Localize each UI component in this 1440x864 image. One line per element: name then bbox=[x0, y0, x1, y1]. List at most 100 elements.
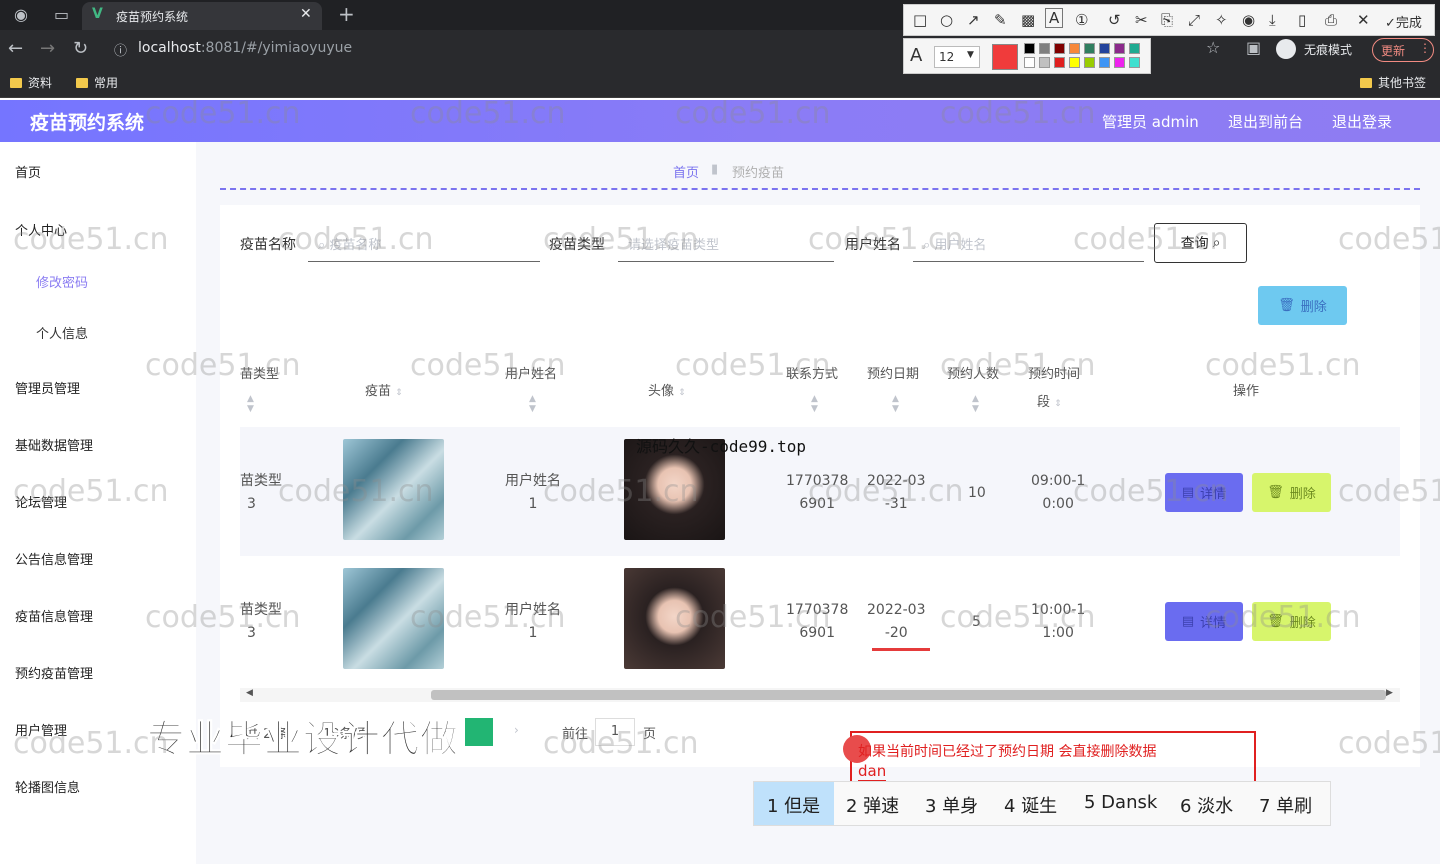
goto-page-input[interactable]: 1 bbox=[595, 718, 635, 746]
ime-candidate-3[interactable]: 3 单身 bbox=[925, 792, 978, 818]
mosaic-tool-icon[interactable]: ▩ bbox=[1021, 11, 1035, 29]
pen-tool-icon[interactable]: ✎ bbox=[994, 11, 1007, 29]
undo-icon[interactable]: ↺ bbox=[1108, 11, 1121, 29]
scroll-left-icon[interactable]: ◀ bbox=[246, 688, 253, 698]
color-swatch[interactable] bbox=[1099, 43, 1110, 54]
reload-icon[interactable]: ↻ bbox=[73, 38, 88, 59]
detail-button[interactable]: ▤ 详情 bbox=[1165, 473, 1243, 512]
color-swatch[interactable] bbox=[1024, 57, 1035, 68]
font-size-select[interactable]: 12 ▼ bbox=[934, 46, 980, 68]
sidebar-item-vaccine-booking[interactable]: 预约疫苗管理 bbox=[15, 663, 93, 682]
sidebar-item-notice[interactable]: 公告信息管理 bbox=[15, 549, 93, 568]
page-current[interactable] bbox=[465, 718, 493, 746]
download-icon[interactable]: ⤓ bbox=[1269, 11, 1276, 29]
sidebar-item-admin[interactable]: 管理员管理 bbox=[15, 378, 80, 397]
color-swatch[interactable] bbox=[1069, 57, 1080, 68]
site-info-icon[interactable]: ⓘ bbox=[114, 40, 127, 59]
color-swatch[interactable] bbox=[1099, 57, 1110, 68]
sidebar-item-forum[interactable]: 论坛管理 bbox=[15, 492, 67, 511]
sidebar-item-carousel[interactable]: 轮播图信息 bbox=[15, 777, 80, 796]
color-swatch[interactable] bbox=[1054, 43, 1065, 54]
sidebar-item-personal[interactable]: 个人中心 bbox=[15, 220, 67, 239]
col-header-vaccine[interactable]: 疫苗 ⇕ bbox=[365, 380, 403, 399]
tab-overview-icon[interactable]: ▭ bbox=[54, 5, 69, 24]
logout-link[interactable]: 退出登录 bbox=[1332, 111, 1392, 132]
number-tool-icon[interactable]: ① bbox=[1075, 11, 1088, 29]
color-swatch[interactable] bbox=[1084, 57, 1095, 68]
sort-icon[interactable]: ▲ ▼ bbox=[811, 394, 818, 414]
ime-candidate-2[interactable]: 2 弹速 bbox=[846, 792, 899, 818]
phone-icon[interactable]: ▯ bbox=[1298, 11, 1306, 29]
arrow-tool-icon[interactable]: ↗ bbox=[967, 11, 980, 29]
forward-icon[interactable]: → bbox=[40, 38, 55, 59]
batch-delete-button[interactable]: 🗑 删除 bbox=[1258, 286, 1347, 325]
vaccine-type-select[interactable]: 请选择疫苗类型 bbox=[618, 224, 834, 262]
color-swatch[interactable] bbox=[1114, 43, 1125, 54]
delete-button[interactable]: 🗑 删除 bbox=[1252, 602, 1331, 641]
ellipse-tool-icon[interactable]: ○ bbox=[940, 11, 953, 29]
crop-icon[interactable]: ✂ bbox=[1135, 11, 1148, 29]
ime-candidate-4[interactable]: 4 诞生 bbox=[1004, 792, 1057, 818]
ime-candidate-7[interactable]: 7 单刷 bbox=[1259, 792, 1312, 818]
color-swatch[interactable] bbox=[1129, 57, 1140, 68]
browser-tab[interactable]: V 疫苗预约系统 ✕ bbox=[82, 2, 322, 30]
next-page-icon[interactable]: › bbox=[514, 723, 519, 737]
color-swatch[interactable] bbox=[1039, 43, 1050, 54]
bookmark-folder-ziliao[interactable]: 资料 bbox=[10, 74, 52, 91]
color-swatch[interactable] bbox=[1024, 43, 1035, 54]
color-swatch[interactable] bbox=[1129, 43, 1140, 54]
color-swatch[interactable] bbox=[1069, 43, 1080, 54]
col-header-user[interactable]: 用户姓名 bbox=[505, 363, 557, 382]
sort-icon[interactable]: ▲ ▼ bbox=[529, 394, 536, 414]
col-header-time[interactable]: 预约时间 bbox=[1028, 363, 1080, 382]
back-front-link[interactable]: 退出到前台 bbox=[1228, 111, 1303, 132]
url-field[interactable]: localhost:8081/#/yimiaoyuyue bbox=[138, 40, 352, 56]
detail-button[interactable]: ▤ 详情 bbox=[1165, 602, 1243, 641]
delete-button[interactable]: 🗑 删除 bbox=[1252, 473, 1331, 512]
rectangle-tool-icon[interactable]: □ bbox=[913, 11, 927, 29]
color-swatch[interactable] bbox=[1114, 57, 1125, 68]
user-name-input[interactable]: ⌕ 用户姓名 bbox=[913, 224, 1144, 262]
color-swatch[interactable] bbox=[1084, 43, 1095, 54]
text-tool-icon[interactable]: A bbox=[1045, 8, 1064, 28]
save-bookmark-icon[interactable]: ⎙ bbox=[1325, 11, 1337, 29]
back-icon[interactable]: ← bbox=[8, 38, 23, 59]
sidebar-toggle-icon[interactable]: ▣ bbox=[1246, 38, 1261, 57]
sort-icon[interactable]: ▲ ▼ bbox=[247, 394, 254, 414]
color-swatch[interactable] bbox=[1054, 57, 1065, 68]
col-header-type[interactable]: 苗类型 bbox=[240, 363, 280, 382]
update-button[interactable]: 更新 ⋮ bbox=[1372, 38, 1434, 62]
col-header-date[interactable]: 预约日期 bbox=[867, 363, 919, 382]
query-button[interactable]: 查询 ⌕ bbox=[1154, 223, 1247, 263]
color-swatch[interactable] bbox=[1039, 57, 1050, 68]
selected-color-swatch[interactable] bbox=[992, 44, 1018, 70]
sidebar-item-vaccine-info[interactable]: 疫苗信息管理 bbox=[15, 606, 93, 625]
tab-close-icon[interactable]: ✕ bbox=[300, 6, 312, 22]
bookmark-star-icon[interactable]: ☆ bbox=[1206, 38, 1220, 57]
col-header-phone[interactable]: 联系方式 bbox=[786, 363, 838, 382]
sort-icon[interactable]: ▲ ▼ bbox=[892, 394, 899, 414]
expand-icon[interactable]: ⤢ bbox=[1188, 11, 1200, 29]
new-tab-icon[interactable]: + bbox=[338, 2, 355, 26]
sidebar-subitem-change-password[interactable]: 修改密码 bbox=[36, 272, 88, 291]
record-icon[interactable]: ◉ bbox=[1242, 11, 1255, 29]
sidebar-item-user[interactable]: 用户管理 bbox=[15, 720, 67, 739]
col-header-avatar[interactable]: 头像 ⇕ bbox=[648, 380, 686, 399]
bookmark-folder-changyong[interactable]: 常用 bbox=[76, 74, 118, 91]
sidebar-subitem-profile[interactable]: 个人信息 bbox=[36, 323, 88, 342]
other-bookmarks[interactable]: 其他书签 bbox=[1360, 74, 1426, 91]
sort-icon[interactable]: ▲ ▼ bbox=[972, 394, 979, 414]
ime-candidate-5[interactable]: 5 Dansk bbox=[1084, 792, 1157, 813]
done-button[interactable]: ✓完成 bbox=[1385, 12, 1422, 31]
table-scrollbar-thumb[interactable] bbox=[431, 690, 1386, 700]
breadcrumb-home[interactable]: 首页 bbox=[673, 162, 699, 181]
ime-candidate-1[interactable]: 1 但是 bbox=[767, 792, 820, 818]
pin-icon[interactable]: ✧ bbox=[1215, 11, 1228, 29]
sidebar-item-home[interactable]: 首页 bbox=[15, 162, 41, 181]
scroll-right-icon[interactable]: ▶ bbox=[1386, 688, 1393, 698]
sidebar-item-base-data[interactable]: 基础数据管理 bbox=[15, 435, 93, 454]
ime-candidate-6[interactable]: 6 淡水 bbox=[1180, 792, 1233, 818]
sort-icon[interactable]: ⇕ bbox=[1054, 399, 1062, 409]
copy-icon[interactable]: ⎘ bbox=[1161, 11, 1173, 29]
col-header-count[interactable]: 预约人数 bbox=[947, 363, 999, 382]
